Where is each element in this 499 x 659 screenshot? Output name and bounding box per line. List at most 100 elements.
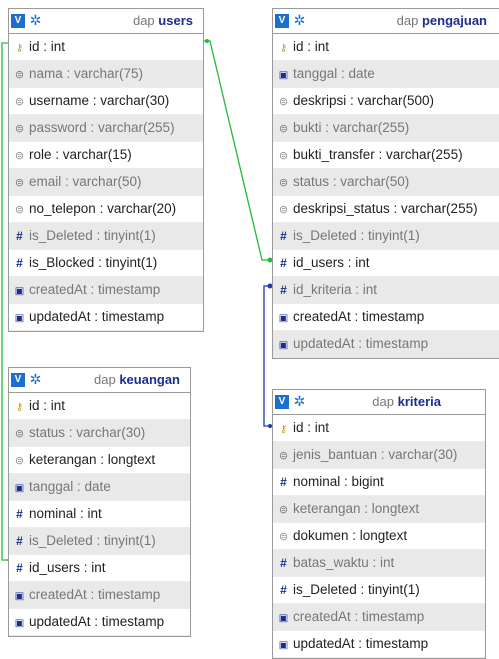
column-row[interactable]: ▣ createdAt : timestamp bbox=[273, 304, 499, 331]
column-label: is_Deleted : tinyint(1) bbox=[293, 582, 420, 597]
column-list: ⚷ id : int ▣ tanggal : date ⊜ deskripsi : var… bbox=[273, 34, 499, 358]
text-column-icon: ⊜ bbox=[278, 177, 289, 189]
numeric-column-icon: # bbox=[280, 556, 287, 570]
toggle-table-button[interactable]: V bbox=[11, 14, 25, 28]
date-column-icon: ▣ bbox=[278, 313, 289, 324]
text-column-icon: ⊜ bbox=[278, 150, 289, 162]
database-name: dap bbox=[93, 372, 116, 387]
column-row[interactable]: ⊜ status : varchar(50) bbox=[273, 169, 499, 196]
text-column-icon: ⊜ bbox=[278, 204, 289, 216]
table-header[interactable]: V ✲ dap users bbox=[9, 9, 203, 34]
column-row[interactable]: # batas_waktu : int bbox=[273, 550, 485, 577]
gear-icon[interactable]: ✲ bbox=[292, 13, 307, 28]
relation-kriteria-pengajuan bbox=[263, 285, 272, 427]
column-row[interactable]: ▣ tanggal : date bbox=[273, 61, 499, 88]
column-row[interactable]: ⊜ username : varchar(30) bbox=[9, 88, 203, 115]
column-label: is_Deleted : tinyint(1) bbox=[293, 228, 420, 243]
gear-icon[interactable]: ✲ bbox=[28, 13, 43, 28]
table-name: pengajuan bbox=[421, 13, 487, 28]
gear-icon[interactable]: ✲ bbox=[292, 394, 307, 409]
table-header[interactable]: V ✲ dap keuangan bbox=[9, 368, 190, 393]
column-row[interactable]: # is_Deleted : tinyint(1) bbox=[9, 223, 203, 250]
column-row[interactable]: ▣ updatedAt : timestamp bbox=[273, 631, 485, 658]
toggle-table-button[interactable]: V bbox=[275, 395, 289, 409]
column-row[interactable]: ⊜ deskripsi : varchar(500) bbox=[273, 88, 499, 115]
column-row[interactable]: ⚷ id : int bbox=[9, 34, 203, 61]
column-row[interactable]: ▣ updatedAt : timestamp bbox=[9, 304, 203, 331]
column-label: status : varchar(30) bbox=[29, 425, 146, 440]
column-label: deskripsi_status : varchar(255) bbox=[293, 201, 478, 216]
gear-icon[interactable]: ✲ bbox=[28, 372, 43, 387]
numeric-column-icon: # bbox=[280, 283, 287, 297]
column-row[interactable]: ▣ updatedAt : timestamp bbox=[273, 331, 499, 358]
column-row[interactable]: ⊜ deskripsi_status : varchar(255) bbox=[273, 196, 499, 223]
column-row[interactable]: # id_users : int bbox=[9, 555, 190, 582]
column-row[interactable]: # is_Blocked : tinyint(1) bbox=[9, 250, 203, 277]
column-row[interactable]: ⊜ email : varchar(50) bbox=[9, 169, 203, 196]
text-column-icon: ⊜ bbox=[278, 504, 289, 516]
column-row[interactable]: ⚷ id : int bbox=[273, 415, 485, 442]
table-users[interactable]: V ✲ dap users ⚷ id : int ⊜ nama : varchar(7… bbox=[8, 8, 204, 332]
table-name: kriteria bbox=[397, 394, 441, 409]
text-column-icon: ⊜ bbox=[14, 204, 25, 216]
text-column-icon: ⊜ bbox=[14, 150, 25, 162]
column-row[interactable]: ⊜ bukti_transfer : varchar(255) bbox=[273, 142, 499, 169]
toggle-table-button[interactable]: V bbox=[275, 14, 289, 28]
table-pengajuan[interactable]: V ✲ dap pengajuan ⚷ id : int ▣ tanggal : da… bbox=[272, 8, 499, 359]
column-label: createdAt : timestamp bbox=[29, 282, 161, 297]
table-name: users bbox=[158, 13, 193, 28]
column-row[interactable]: # id_users : int bbox=[273, 250, 499, 277]
column-label: nominal : int bbox=[29, 506, 102, 521]
column-row[interactable]: # is_Deleted : tinyint(1) bbox=[273, 223, 499, 250]
column-row[interactable]: # is_Deleted : tinyint(1) bbox=[273, 577, 485, 604]
date-column-icon: ▣ bbox=[14, 483, 25, 494]
column-label: password : varchar(255) bbox=[29, 120, 175, 135]
table-keuangan[interactable]: V ✲ dap keuangan ⚷ id : int ⊜ status : varc… bbox=[8, 367, 191, 637]
column-row[interactable]: ▣ createdAt : timestamp bbox=[273, 604, 485, 631]
column-row[interactable]: ⚷ id : int bbox=[273, 34, 499, 61]
column-label: deskripsi : varchar(500) bbox=[293, 93, 435, 108]
column-label: bukti : varchar(255) bbox=[293, 120, 410, 135]
column-label: updatedAt : timestamp bbox=[293, 336, 429, 351]
date-column-icon: ▣ bbox=[14, 286, 25, 297]
table-title: dap pengajuan bbox=[397, 9, 487, 33]
text-column-icon: ⊜ bbox=[14, 428, 25, 440]
date-column-icon: ▣ bbox=[14, 313, 25, 324]
column-row[interactable]: # nominal : int bbox=[9, 501, 190, 528]
column-row[interactable]: # is_Deleted : tinyint(1) bbox=[9, 528, 190, 555]
column-row[interactable]: ▣ updatedAt : timestamp bbox=[9, 609, 190, 636]
column-label: id : int bbox=[29, 398, 66, 413]
column-label: tanggal : date bbox=[29, 479, 111, 494]
column-row[interactable]: ⊜ no_telepon : varchar(20) bbox=[9, 196, 203, 223]
numeric-column-icon: # bbox=[16, 229, 23, 243]
table-title: dap kriteria bbox=[372, 390, 441, 414]
column-label: tanggal : date bbox=[293, 66, 375, 81]
key-icon: ⚷ bbox=[279, 424, 288, 435]
table-title: dap users bbox=[133, 9, 193, 33]
text-column-icon: ⊜ bbox=[278, 96, 289, 108]
table-header[interactable]: V ✲ dap pengajuan bbox=[273, 9, 499, 34]
table-title: dap keuangan bbox=[94, 368, 180, 392]
key-icon: ⚷ bbox=[15, 43, 24, 54]
column-row[interactable]: ⊜ status : varchar(30) bbox=[9, 420, 190, 447]
column-row[interactable]: ⊜ password : varchar(255) bbox=[9, 115, 203, 142]
column-row[interactable]: ⊜ nama : varchar(75) bbox=[9, 61, 203, 88]
table-kriteria[interactable]: V ✲ dap kriteria ⚷ id : int ⊜ jenis_bantuan… bbox=[272, 389, 486, 659]
column-label: status : varchar(50) bbox=[293, 174, 410, 189]
column-row[interactable]: ⊜ keterangan : longtext bbox=[273, 496, 485, 523]
column-row[interactable]: ⊜ bukti : varchar(255) bbox=[273, 115, 499, 142]
column-list: ⚷ id : int ⊜ nama : varchar(75) ⊜ username : … bbox=[9, 34, 203, 331]
column-row[interactable]: ⊜ jenis_bantuan : varchar(30) bbox=[273, 442, 485, 469]
column-row[interactable]: ▣ createdAt : timestamp bbox=[9, 277, 203, 304]
column-row[interactable]: ⚷ id : int bbox=[9, 393, 190, 420]
column-row[interactable]: ⊜ role : varchar(15) bbox=[9, 142, 203, 169]
column-row[interactable]: # id_kriteria : int bbox=[273, 277, 499, 304]
column-row[interactable]: ⊜ dokumen : longtext bbox=[273, 523, 485, 550]
column-label: id_users : int bbox=[293, 255, 370, 270]
column-row[interactable]: ▣ tanggal : date bbox=[9, 474, 190, 501]
column-row[interactable]: ▣ createdAt : timestamp bbox=[9, 582, 190, 609]
table-header[interactable]: V ✲ dap kriteria bbox=[273, 390, 485, 415]
toggle-table-button[interactable]: V bbox=[11, 373, 25, 387]
column-row[interactable]: ⊜ keterangan : longtext bbox=[9, 447, 190, 474]
column-row[interactable]: # nominal : bigint bbox=[273, 469, 485, 496]
